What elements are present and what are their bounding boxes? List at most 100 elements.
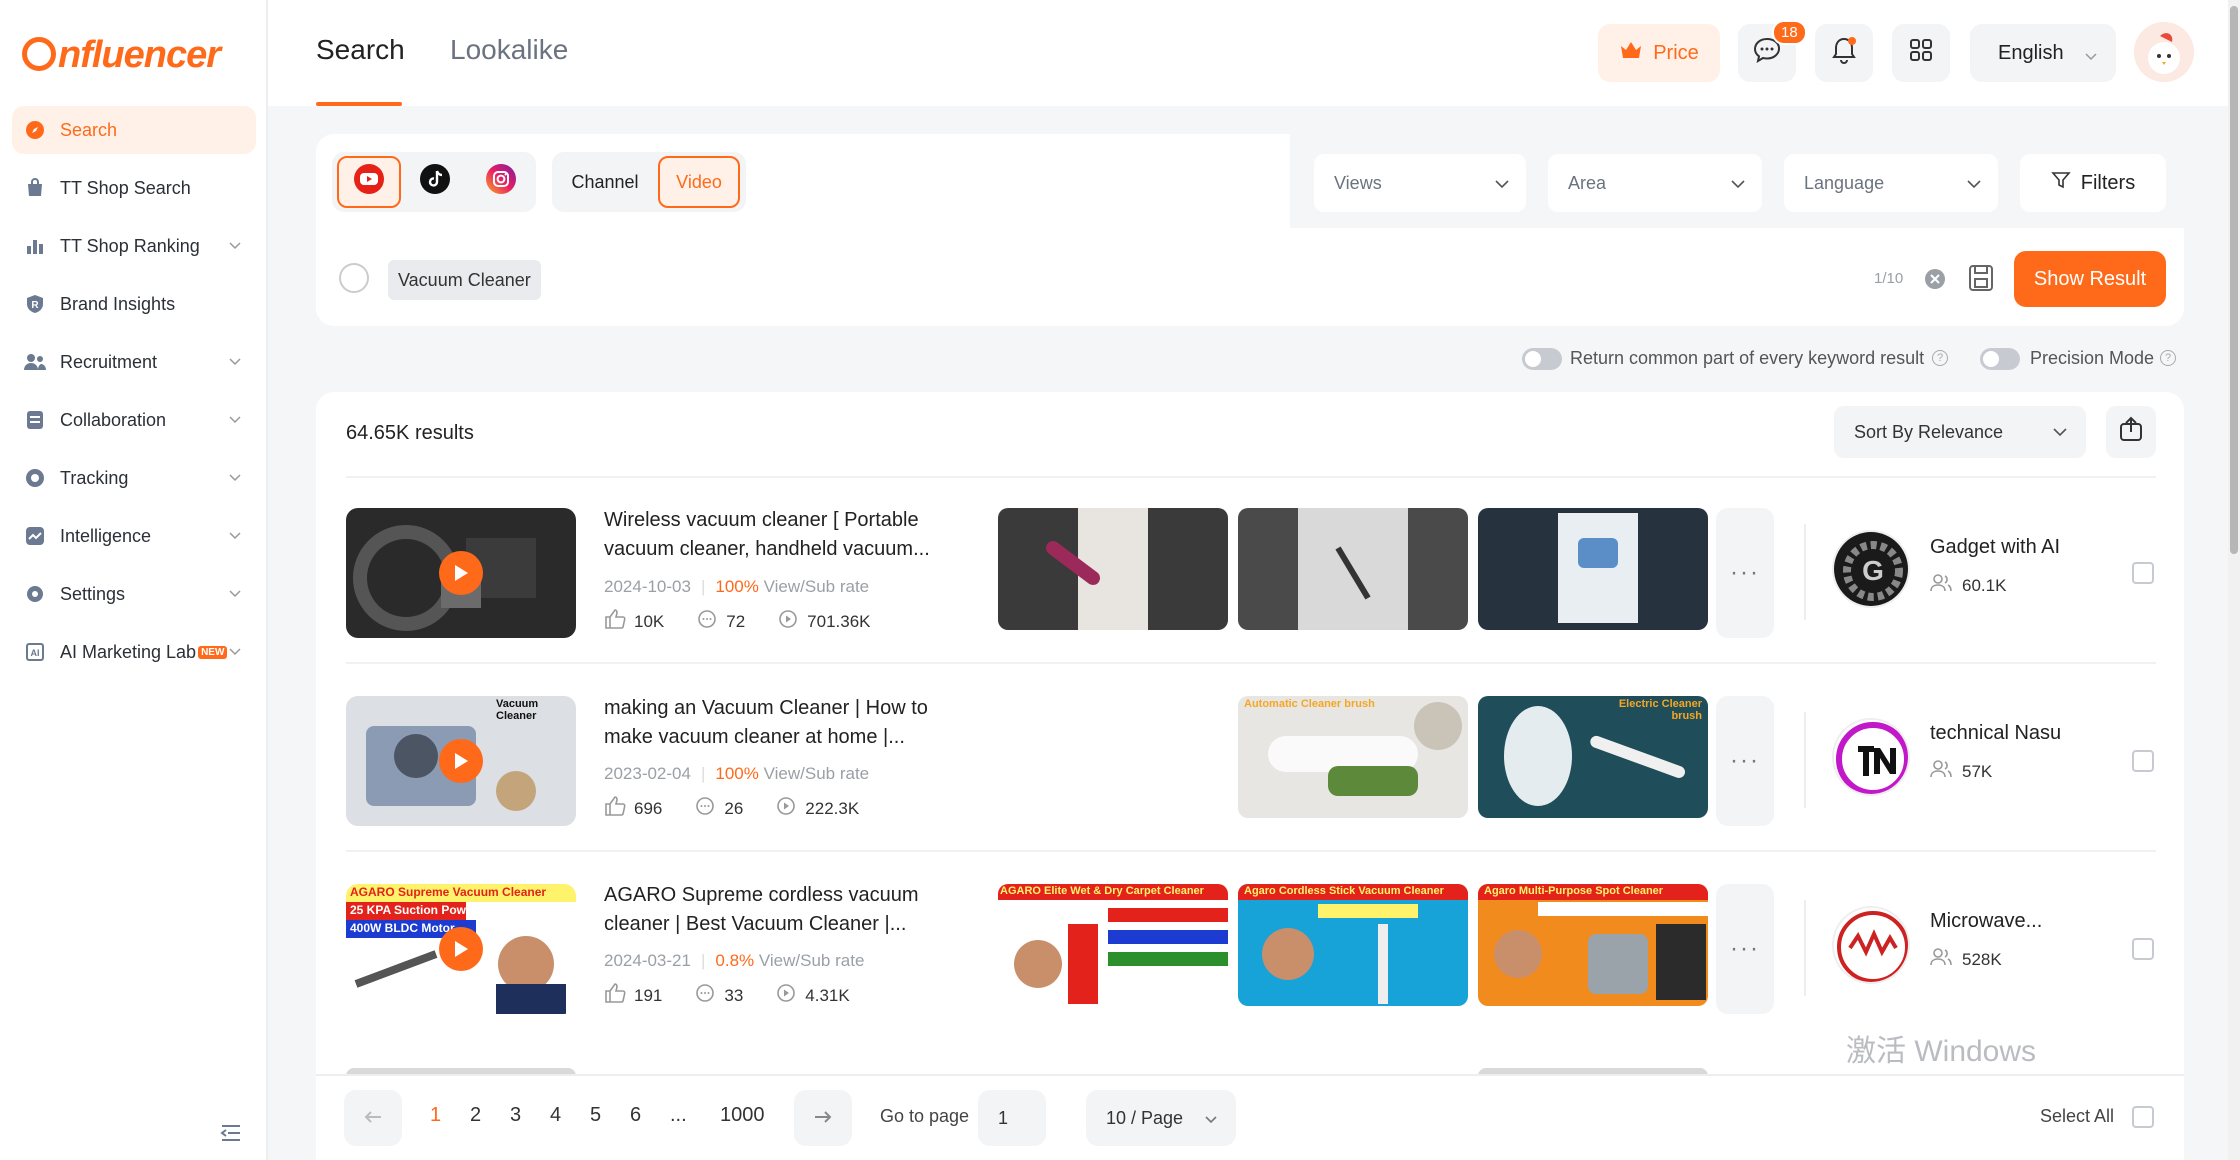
subscribers-icon: [1930, 574, 1952, 597]
views-dropdown[interactable]: Views: [1314, 154, 1526, 212]
platform-youtube[interactable]: [337, 156, 401, 208]
video-title[interactable]: Wireless vacuum cleaner [ Portable vacuum…: [604, 506, 964, 564]
channel-avatar[interactable]: G: [1832, 530, 1910, 608]
likes-count: 191: [634, 985, 663, 1005]
sidebar-item-settings[interactable]: Settings: [12, 570, 256, 618]
video-title[interactable]: AGARO Supreme cordless vacuum cleaner | B…: [604, 881, 964, 939]
sidebar-item-label: Tracking: [60, 467, 129, 488]
page-number[interactable]: 1: [430, 1104, 441, 1127]
video-thumbnail[interactable]: AGARO Supreme Vacuum Cleaner 25 KPA Suct…: [346, 884, 576, 1014]
more-frames-button[interactable]: ···: [1716, 884, 1774, 1014]
show-result-button[interactable]: Show Result: [2014, 251, 2166, 307]
page-number[interactable]: 3: [510, 1104, 521, 1127]
sidebar-item-search[interactable]: Search: [12, 106, 256, 154]
video-frame[interactable]: Automatic Cleaner brush: [1238, 696, 1468, 818]
sidebar-item-intelligence[interactable]: Intelligence: [12, 512, 256, 560]
video-frame[interactable]: AGARO Elite Wet & Dry Carpet Cleaner: [998, 884, 1228, 1006]
video-frame[interactable]: Agaro Cordless Stick Vacuum Cleaner: [1238, 884, 1468, 1006]
tab-lookalike[interactable]: Lookalike: [450, 34, 568, 66]
video-stats: 696 26 222.3K: [604, 795, 859, 822]
view-sub-rate: 100%: [715, 577, 759, 596]
video-frame[interactable]: Electric Cleaner brush: [1478, 696, 1708, 818]
page-number[interactable]: 6: [630, 1104, 641, 1127]
page-ellipsis[interactable]: ...: [670, 1104, 687, 1127]
more-frames-button[interactable]: ···: [1716, 696, 1774, 826]
area-dropdown[interactable]: Area: [1548, 154, 1762, 212]
sidebar-item-ai-marketing-lab[interactable]: AI AI Marketing Lab NEW: [12, 628, 256, 676]
content-type-channel[interactable]: Channel: [560, 156, 650, 208]
content-type-video[interactable]: Video: [658, 156, 740, 208]
goto-page-input[interactable]: 1: [978, 1090, 1046, 1146]
more-frames-button[interactable]: ···: [1716, 508, 1774, 638]
channel-avatar[interactable]: [1832, 906, 1910, 984]
export-icon: [2118, 416, 2144, 448]
views-count: 701.36K: [807, 611, 871, 631]
select-all-checkbox[interactable]: [2132, 1106, 2154, 1128]
subscribers-icon: [1930, 760, 1952, 783]
help-icon[interactable]: ?: [1932, 350, 1948, 366]
scrollbar-thumb[interactable]: [2230, 6, 2238, 554]
sidebar-item-collaboration[interactable]: Collaboration: [12, 396, 256, 444]
platform-tiktok[interactable]: [403, 156, 467, 208]
language-dropdown[interactable]: Language: [1784, 154, 1998, 212]
search-icon: [338, 262, 374, 304]
clear-icon[interactable]: [1924, 268, 1946, 296]
next-page-button[interactable]: [794, 1090, 852, 1146]
sidebar-item-label: Brand Insights: [60, 293, 176, 314]
video-frame[interactable]: [998, 508, 1228, 630]
divider: [346, 850, 2156, 852]
language-selector[interactable]: English: [1970, 24, 2116, 82]
collapse-sidebar-icon[interactable]: [220, 1124, 242, 1148]
sidebar-item-recruitment[interactable]: Recruitment: [12, 338, 256, 386]
sidebar-item-label: TT Shop Search: [60, 177, 191, 198]
page-number[interactable]: 2: [470, 1104, 481, 1127]
instagram-icon: [485, 163, 517, 201]
filters-button[interactable]: Filters: [2020, 154, 2166, 212]
sidebar-item-tt-shop-ranking[interactable]: TT Shop Ranking: [12, 222, 256, 270]
platform-instagram[interactable]: [469, 156, 533, 208]
page-number[interactable]: 5: [590, 1104, 601, 1127]
sidebar-item-brand-insights[interactable]: R Brand Insights: [12, 280, 256, 328]
row-checkbox[interactable]: [2132, 562, 2154, 584]
subscribers-icon: [1930, 948, 1952, 971]
channel-avatar[interactable]: [1832, 718, 1910, 796]
play-icon[interactable]: [439, 551, 483, 595]
prev-page-button[interactable]: [344, 1090, 402, 1146]
page-number[interactable]: 1000: [720, 1104, 765, 1127]
video-thumbnail[interactable]: Vacuum Cleaner: [346, 696, 576, 826]
channel-name[interactable]: Microwave...: [1930, 910, 2042, 933]
page-number[interactable]: 4: [550, 1104, 561, 1127]
export-button[interactable]: [2106, 406, 2156, 458]
sidebar-item-tracking[interactable]: Tracking: [12, 454, 256, 502]
apps-grid-button[interactable]: [1892, 24, 1950, 82]
arrow-left-icon: [363, 1105, 383, 1131]
help-icon[interactable]: ?: [2160, 350, 2176, 366]
channel-name[interactable]: technical Nasu: [1930, 722, 2061, 745]
save-icon[interactable]: [1968, 264, 1994, 298]
influencer-logo[interactable]: nfluencer: [22, 34, 221, 77]
notifications-button[interactable]: [1815, 24, 1873, 82]
per-page-select[interactable]: 10 / Page: [1086, 1090, 1236, 1146]
play-icon[interactable]: [439, 927, 483, 971]
precision-mode-toggle[interactable]: [1980, 348, 2020, 370]
video-thumbnail[interactable]: [346, 508, 576, 638]
tab-search[interactable]: Search: [316, 34, 405, 66]
video-frame[interactable]: [1238, 508, 1468, 630]
video-title[interactable]: making an Vacuum Cleaner | How to make va…: [604, 694, 964, 752]
common-part-toggle[interactable]: [1522, 348, 1562, 370]
user-avatar[interactable]: [2134, 22, 2194, 82]
sidebar-item-label: Recruitment: [60, 351, 158, 372]
view-sub-rate: 0.8%: [715, 951, 755, 970]
sidebar-item-tt-shop-search[interactable]: TT Shop Search: [12, 164, 256, 212]
likes-count: 696: [634, 798, 663, 818]
channel-name[interactable]: Gadget with AI: [1930, 536, 2060, 559]
price-button[interactable]: Price: [1598, 24, 1720, 82]
play-icon[interactable]: [439, 739, 483, 783]
keyword-chip[interactable]: Vacuum Cleaner: [388, 260, 541, 300]
sort-dropdown[interactable]: Sort By Relevance: [1834, 406, 2086, 458]
video-frame[interactable]: [1478, 508, 1708, 630]
row-checkbox[interactable]: [2132, 750, 2154, 772]
video-frame[interactable]: Agaro Multi-Purpose Spot Cleaner: [1478, 884, 1708, 1006]
video-stats: 191 33 4.31K: [604, 982, 850, 1009]
row-checkbox[interactable]: [2132, 938, 2154, 960]
